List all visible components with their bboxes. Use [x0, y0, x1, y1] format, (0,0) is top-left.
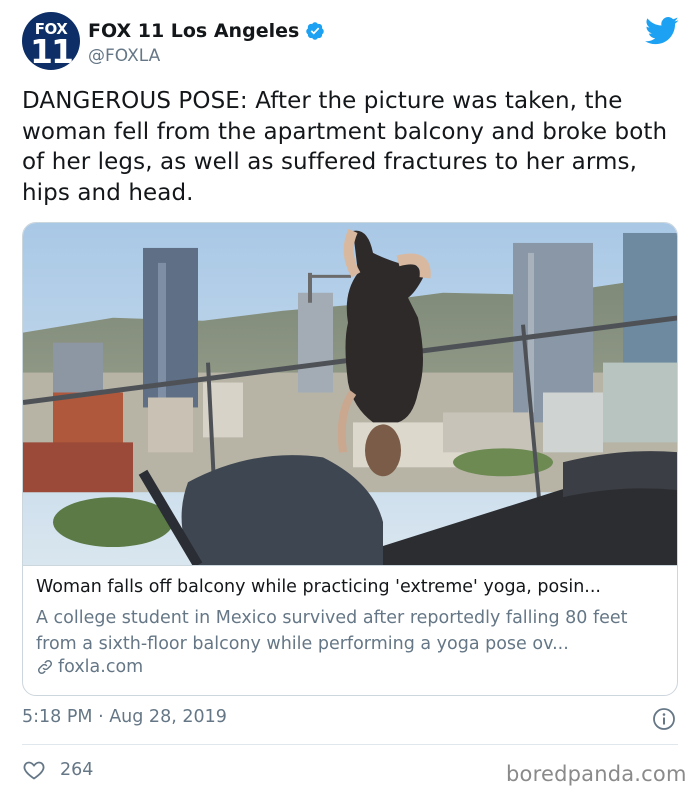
- avatar[interactable]: FOX 11: [22, 12, 80, 70]
- like-action[interactable]: 264: [22, 758, 93, 782]
- like-count: 264: [60, 760, 94, 780]
- tweet-embed: FOX 11 FOX 11 Los Angeles @FOXLA DANGERO…: [0, 0, 700, 798]
- card-description: A college student in Mexico survived aft…: [36, 608, 628, 654]
- info-icon[interactable]: [652, 707, 676, 731]
- display-name[interactable]: FOX 11 Los Angeles: [88, 20, 299, 42]
- card-domain-text: foxla.com: [58, 657, 144, 677]
- card-domain[interactable]: foxla.com: [36, 657, 143, 677]
- twitter-bird-icon[interactable]: [645, 16, 679, 46]
- avatar-number-text: 11: [30, 32, 74, 70]
- verified-badge-icon: [306, 22, 325, 40]
- account-name-row: FOX 11 Los Angeles: [88, 20, 325, 42]
- heart-icon[interactable]: [22, 758, 46, 782]
- card-photo[interactable]: [23, 223, 678, 566]
- tweet-text: DANGEROUS POSE: After the picture was ta…: [22, 88, 668, 206]
- card-title[interactable]: Woman falls off balcony while practicing…: [36, 577, 666, 597]
- account-handle[interactable]: @FOXLA: [88, 46, 160, 66]
- tweet-timestamp[interactable]: 5:18 PM · Aug 28, 2019: [22, 707, 227, 727]
- link-card[interactable]: Woman falls off balcony while practicing…: [22, 222, 678, 696]
- link-icon: [37, 659, 53, 675]
- watermark: boredpanda.com: [506, 762, 687, 786]
- divider: [22, 744, 678, 745]
